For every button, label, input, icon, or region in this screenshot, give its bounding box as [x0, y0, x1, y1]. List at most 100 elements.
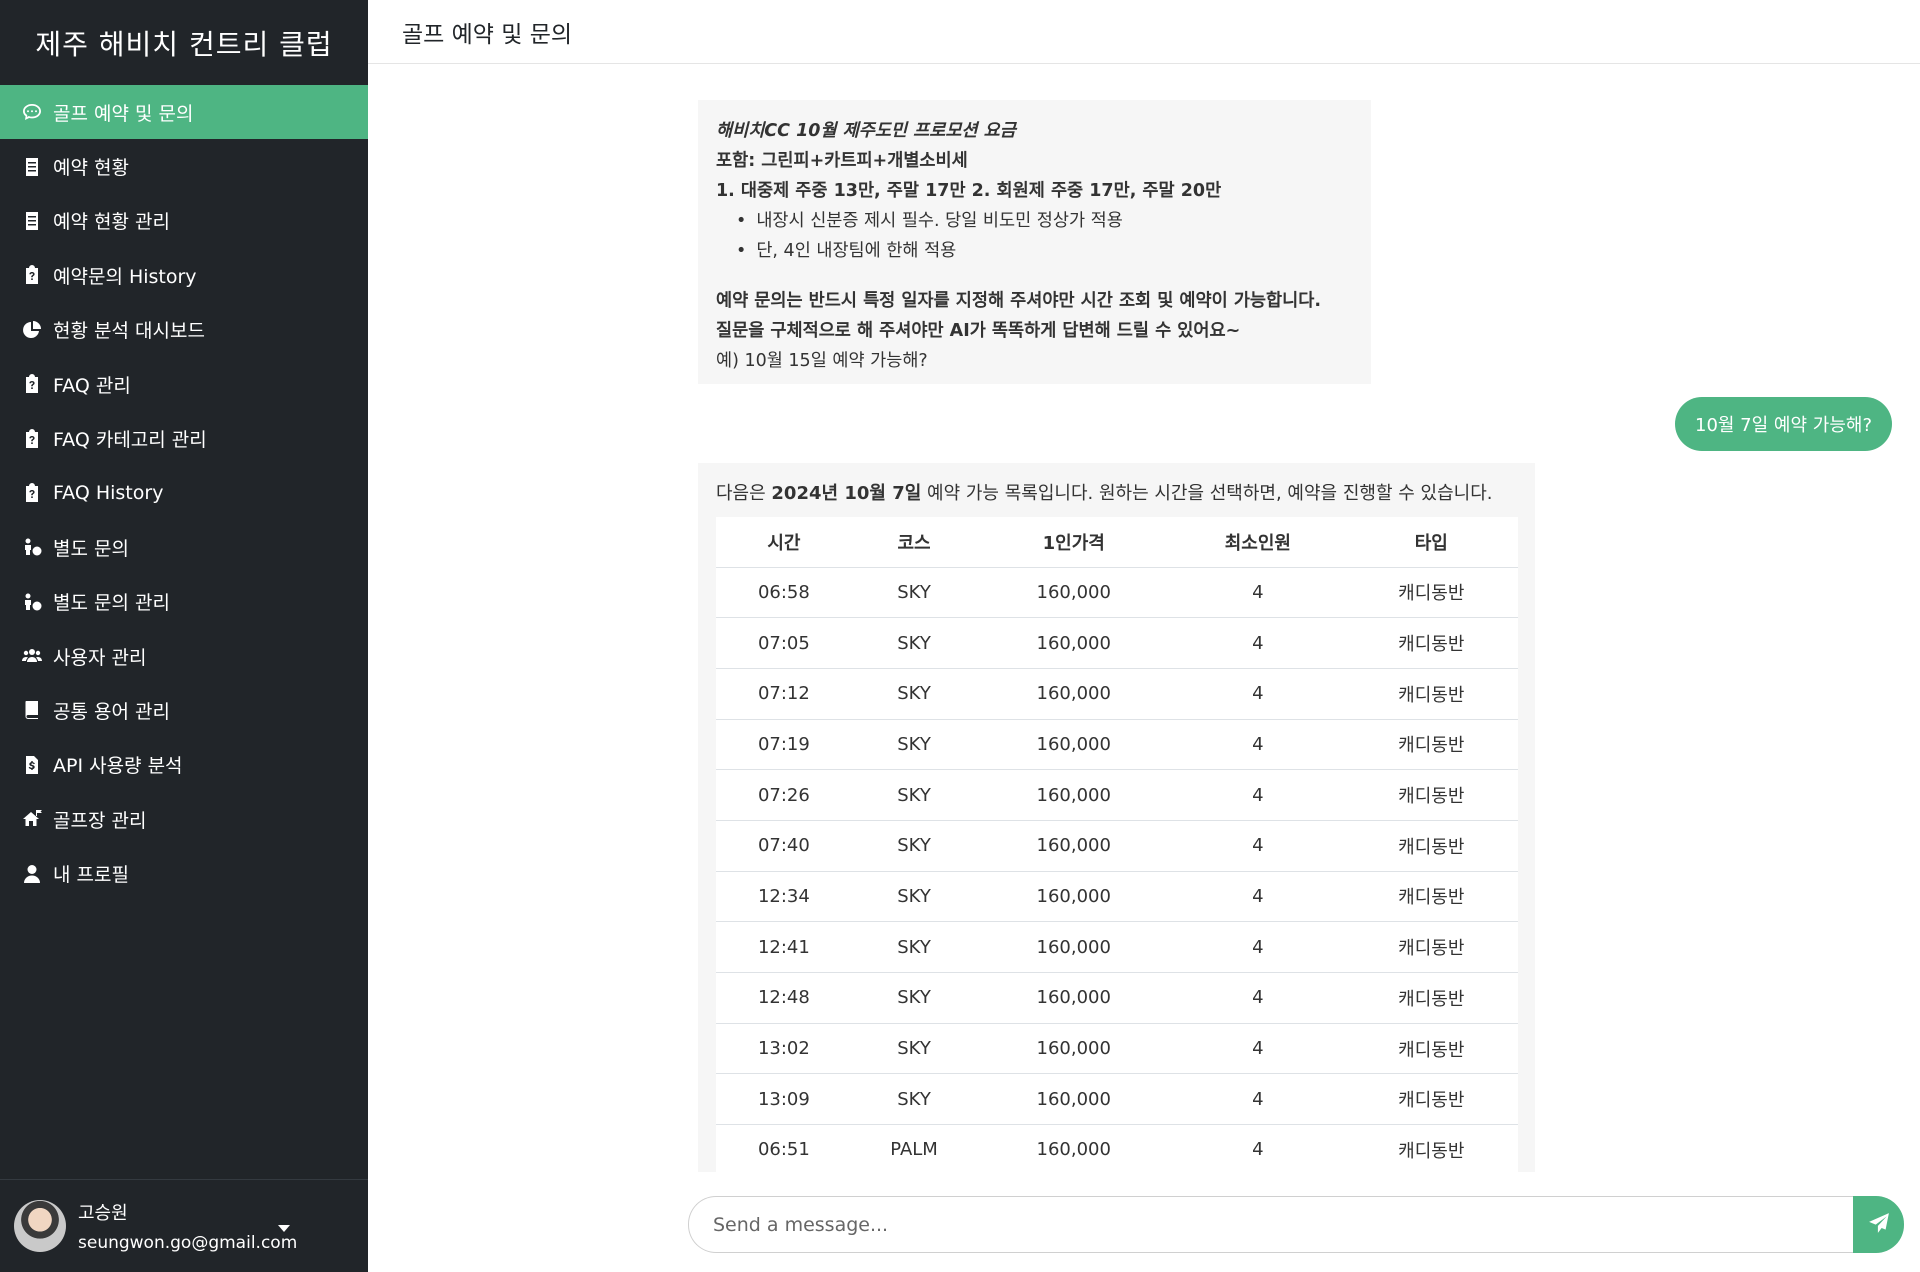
- dollar-file-icon: [21, 754, 43, 776]
- table-row[interactable]: 07:40 SKY 160,000 4 캐디동반: [716, 820, 1518, 872]
- table-header-row: 시간 코스 1인가격 최소인원 타입: [716, 517, 1518, 568]
- cell-course: SKY: [851, 617, 977, 669]
- table-row[interactable]: 07:19 SKY 160,000 4 캐디동반: [716, 719, 1518, 771]
- table-row[interactable]: 12:41 SKY 160,000 4 캐디동반: [716, 921, 1518, 973]
- cell-time: 06:51: [716, 1124, 852, 1172]
- sidebar-item-separate-inquiry[interactable]: 별도 문의: [0, 520, 368, 574]
- sidebar-item-label: 현황 분석 대시보드: [53, 320, 205, 343]
- user-name: 고승원: [78, 1203, 128, 1224]
- table-row[interactable]: 12:48 SKY 160,000 4 캐디동반: [716, 972, 1518, 1024]
- cell-time: 07:12: [716, 668, 852, 720]
- cell-min-players: 4: [1171, 921, 1345, 973]
- clipboard-question-icon: [21, 482, 43, 504]
- cell-course: PALM: [851, 1124, 977, 1172]
- sidebar-item-label: 별도 문의: [53, 537, 129, 560]
- send-button[interactable]: [1853, 1196, 1904, 1253]
- sidebar-item-golf-course-management[interactable]: 골프장 관리: [0, 792, 368, 846]
- clipboard-question-icon: [21, 428, 43, 450]
- cell-type: 캐디동반: [1344, 921, 1518, 973]
- message-input[interactable]: [688, 1196, 1853, 1253]
- intro-date: 2024년 10월 7일: [771, 483, 922, 504]
- promo-notice: 질문을 구체적으로 해 주셔야만 AI가 똑똑하게 답변해 드릴 수 있어요~: [716, 321, 1241, 341]
- sidebar-item-faq-history[interactable]: FAQ History: [0, 466, 368, 520]
- promo-prices: 1. 대중제 주중 13만, 주말 17만 2. 회원제 주중 17만, 주말 …: [716, 181, 1222, 201]
- cell-type: 캐디동반: [1344, 1073, 1518, 1126]
- clipboard-question-icon: [21, 373, 43, 395]
- cell-price: 160,000: [976, 769, 1172, 821]
- sidebar-item-faq-category[interactable]: FAQ 카테고리 관리: [0, 411, 368, 465]
- sidebar-item-inquiry-history[interactable]: 예약문의 History: [0, 248, 368, 302]
- cell-price: 160,000: [976, 871, 1172, 923]
- users-icon: [21, 645, 43, 667]
- cell-price: 160,000: [976, 1023, 1172, 1075]
- cell-min-players: 4: [1171, 1073, 1345, 1126]
- chat-icon: [21, 101, 43, 123]
- table-row[interactable]: 07:05 SKY 160,000 4 캐디동반: [716, 617, 1518, 669]
- brand-title[interactable]: 제주 해비치 컨트리 클럽: [0, 0, 368, 85]
- sidebar-item-label: FAQ 카테고리 관리: [53, 429, 207, 452]
- availability-table: 시간 코스 1인가격 최소인원 타입 06:58 SKY 160,000 4 캐디동반 0…: [716, 517, 1518, 1172]
- sidebar-item-common-terms[interactable]: 공통 용어 관리: [0, 683, 368, 737]
- cell-course: SKY: [851, 921, 977, 973]
- promo-bullets: 내장시 신분증 제시 필수. 당일 비도민 정상가 적용 단, 4인 내장팀에 …: [736, 206, 1353, 266]
- cell-time: 07:40: [716, 820, 852, 872]
- table-row[interactable]: 13:09 SKY 160,000 4 캐디동반: [716, 1073, 1518, 1126]
- promo-title: 해비치CC 10월 제주도민 프로모션 요금: [716, 121, 1016, 141]
- sidebar-item-label: FAQ 관리: [53, 374, 131, 397]
- cell-type: 캐디동반: [1344, 668, 1518, 720]
- sidebar-item-separate-inquiry-management[interactable]: 별도 문의 관리: [0, 575, 368, 629]
- cell-price: 160,000: [976, 668, 1172, 720]
- list-icon: [21, 156, 43, 178]
- column-header-min-players: 최소인원: [1171, 517, 1345, 568]
- cell-min-players: 4: [1171, 719, 1345, 771]
- cell-course: SKY: [851, 769, 977, 821]
- person-question-icon: [21, 591, 43, 613]
- cell-min-players: 4: [1171, 769, 1345, 821]
- message-composer: [688, 1196, 1904, 1253]
- cell-type: 캐디동반: [1344, 719, 1518, 771]
- cell-min-players: 4: [1171, 1124, 1345, 1172]
- sidebar-item-reservation-status[interactable]: 예약 현황: [0, 139, 368, 193]
- cell-min-players: 4: [1171, 1023, 1345, 1075]
- cell-time: 07:26: [716, 769, 852, 821]
- table-row[interactable]: 07:12 SKY 160,000 4 캐디동반: [716, 668, 1518, 720]
- person-question-icon: [21, 536, 43, 558]
- table-row[interactable]: 13:02 SKY 160,000 4 캐디동반: [716, 1023, 1518, 1075]
- cell-price: 160,000: [976, 567, 1172, 619]
- page-title: 골프 예약 및 문의: [402, 21, 573, 48]
- user-menu[interactable]: 고승원 seungwon.go@gmail.com: [0, 1179, 368, 1272]
- cell-min-players: 4: [1171, 567, 1345, 619]
- page-header: 골프 예약 및 문의: [368, 0, 1920, 64]
- table-row[interactable]: 12:34 SKY 160,000 4 캐디동반: [716, 871, 1518, 923]
- cell-course: SKY: [851, 972, 977, 1024]
- sidebar-item-api-usage[interactable]: API 사용량 분석: [0, 738, 368, 792]
- promo-notice: 예약 문의는 반드시 특정 일자를 지정해 주셔야만 시간 조회 및 예약이 가…: [716, 291, 1321, 311]
- sidebar-item-golf-reservation[interactable]: 골프 예약 및 문의: [0, 85, 368, 140]
- cell-time: 13:09: [716, 1073, 852, 1126]
- cell-type: 캐디동반: [1344, 972, 1518, 1024]
- sidebar-item-reservation-management[interactable]: 예약 현황 관리: [0, 194, 368, 248]
- cell-min-players: 4: [1171, 668, 1345, 720]
- intro-prefix: 다음은: [716, 483, 772, 504]
- promo-message: 해비치CC 10월 제주도민 프로모션 요금 포함: 그린피+카트피+개별소비세…: [698, 100, 1371, 384]
- table-row[interactable]: 06:58 SKY 160,000 4 캐디동반: [716, 567, 1518, 619]
- sidebar-item-faq-management[interactable]: FAQ 관리: [0, 357, 368, 411]
- cell-time: 07:05: [716, 617, 852, 669]
- sidebar-item-dashboard[interactable]: 현황 분석 대시보드: [0, 303, 368, 357]
- table-body: 06:58 SKY 160,000 4 캐디동반 07:05 SKY 160,000 4 캐디동반…: [716, 567, 1518, 1172]
- sidebar-item-my-profile[interactable]: 내 프로필: [0, 846, 368, 900]
- caret-down-icon[interactable]: [278, 1225, 290, 1232]
- sidebar-item-user-management[interactable]: 사용자 관리: [0, 629, 368, 683]
- user-icon: [21, 863, 43, 885]
- avatar: [14, 1200, 66, 1252]
- list-item: 내장시 신분증 제시 필수. 당일 비도민 정상가 적용: [736, 206, 1353, 236]
- table-row[interactable]: 06:51 PALM 160,000 4 캐디동반: [716, 1124, 1518, 1172]
- sidebar-item-label: 공통 용어 관리: [53, 700, 170, 723]
- cell-course: SKY: [851, 567, 977, 619]
- chat-area[interactable]: 해비치CC 10월 제주도민 프로모션 요금 포함: 그린피+카트피+개별소비세…: [368, 65, 1920, 1172]
- sidebar-item-label: FAQ History: [53, 481, 164, 504]
- table-row[interactable]: 07:26 SKY 160,000 4 캐디동반: [716, 769, 1518, 821]
- sidebar-item-label: 예약 현황: [53, 157, 129, 180]
- sidebar-nav: 골프 예약 및 문의 예약 현황 예약 현황 관리 예약문의 History 현…: [0, 85, 368, 901]
- cell-type: 캐디동반: [1344, 1124, 1518, 1172]
